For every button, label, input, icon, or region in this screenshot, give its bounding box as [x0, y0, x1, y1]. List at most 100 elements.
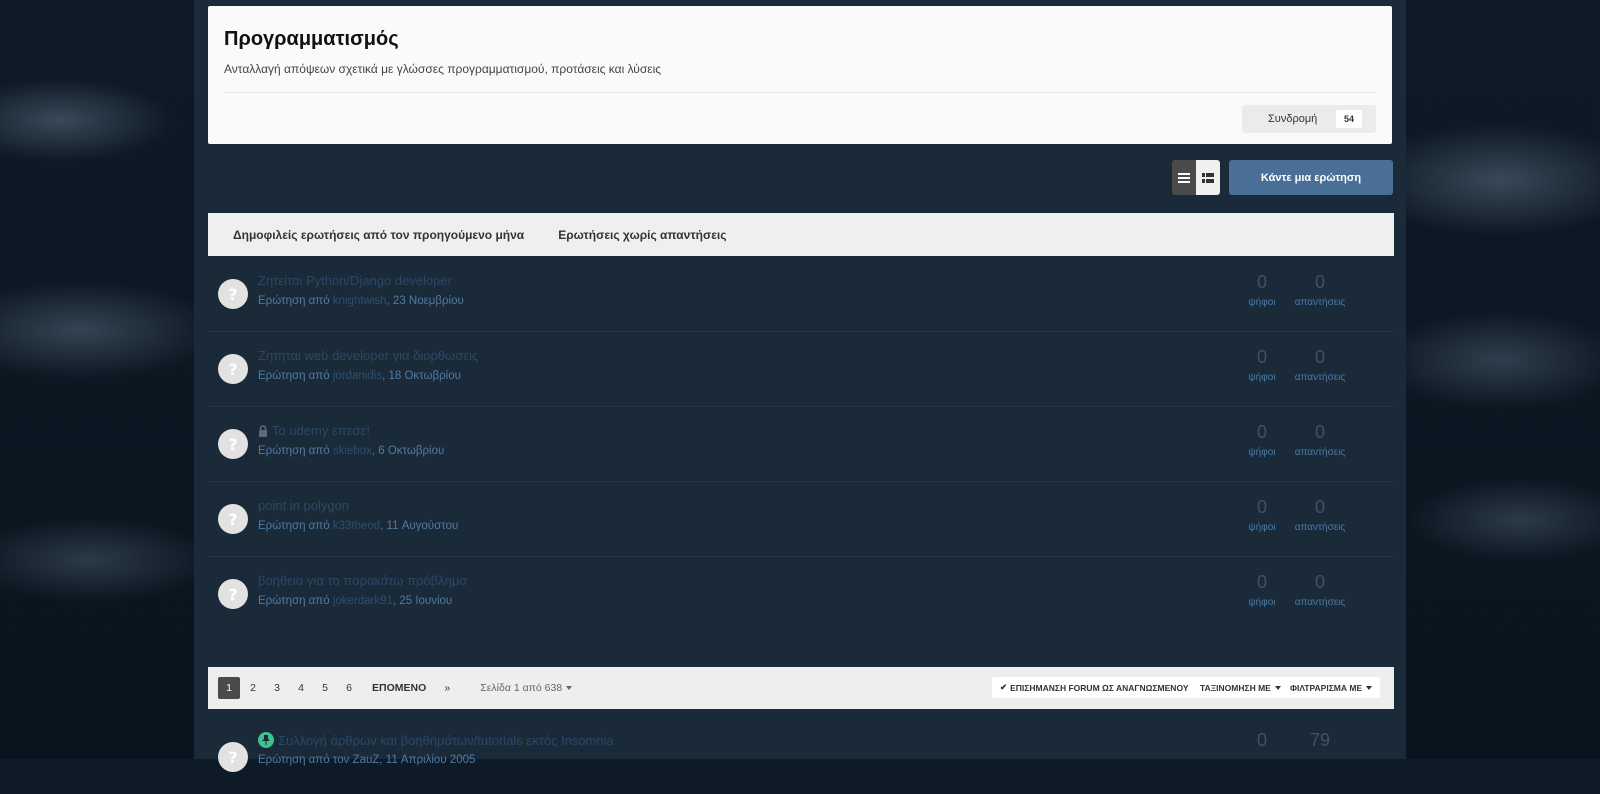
- votes-stat: 0 ψήφοι: [1232, 497, 1292, 533]
- tab-unanswered[interactable]: Ερωτήσεις χωρίς απαντήσεις: [541, 228, 743, 242]
- meta-prefix: Ερώτηση από: [258, 520, 333, 532]
- question-title-text[interactable]: point in polygon: [258, 498, 349, 513]
- question-title-text[interactable]: Ζητείται Python/Django developer: [258, 273, 452, 288]
- list-icon: [1178, 172, 1190, 183]
- votes-stat: 0 ψήφοι: [1232, 422, 1292, 458]
- question-row: ? point in polygon Ερώτηση από k33theod,…: [208, 482, 1394, 557]
- question-date[interactable]: , 25 Ιουνίου: [393, 595, 452, 607]
- question-meta: Ερώτηση από k33theod, 11 Αυγούστου: [258, 520, 458, 532]
- question-meta: Ερώτηση από τον ZauZ, 11 Απριλίου 2005: [258, 754, 476, 766]
- page-title: Προγραμματισμός: [224, 28, 399, 50]
- question-meta: Ερώτηση από jokerdark91, 25 Ιουνίου: [258, 595, 452, 607]
- meta-prefix: Ερώτηση από: [258, 370, 333, 382]
- answers-stat: 79: [1290, 730, 1350, 751]
- page-link-2[interactable]: 2: [242, 677, 264, 699]
- check-icon: ✔: [1000, 682, 1008, 692]
- follower-count-badge: 54: [1336, 110, 1362, 128]
- answers-count: 0: [1314, 497, 1325, 517]
- author-link[interactable]: knightwish: [333, 295, 387, 307]
- page-description: Ανταλλαγή απόψεων σχετικά με γλώσσες προ…: [224, 62, 662, 76]
- question-title[interactable]: Συλλογή άρθρων και βοηθημάτων/tutorials …: [258, 732, 614, 748]
- grid-view-button[interactable]: [1196, 160, 1220, 195]
- votes-stat: 0: [1232, 730, 1292, 751]
- answers-stat: 0 απαντήσεις: [1290, 347, 1350, 383]
- sort-by-dropdown[interactable]: ΤΑΞΙΝΟΜΗΣΗ ΜΕ: [1192, 677, 1289, 698]
- filter-tabs: Δημοφιλείς ερωτήσεις από τον προηγούμενο…: [208, 213, 1394, 256]
- question-date[interactable]: , 18 Οκτωβρίου: [382, 370, 461, 382]
- ask-question-button[interactable]: Κάντε μια ερώτηση: [1229, 160, 1393, 195]
- lock-icon: [259, 424, 267, 437]
- caret-down-icon: [1366, 685, 1373, 690]
- filter-label: ΦΙΛΤΡΑΡΙΣΜΑ ΜΕ: [1290, 682, 1363, 693]
- votes-count: 0: [1256, 272, 1267, 292]
- list-view-button[interactable]: [1172, 160, 1196, 195]
- question-icon: ?: [218, 354, 248, 384]
- page-link-4[interactable]: 4: [290, 677, 312, 699]
- question-icon: ?: [218, 579, 248, 609]
- votes-stat: 0 ψήφοι: [1232, 572, 1292, 608]
- question-date[interactable]: , 6 Οκτωβρίου: [372, 445, 444, 457]
- question-date[interactable]: , 23 Νοεμβρίου: [387, 295, 464, 307]
- question-icon: ?: [218, 504, 248, 534]
- answers-count: 0: [1314, 422, 1325, 442]
- votes-stat: 0 ψήφοι: [1232, 272, 1292, 308]
- page-of-label: Σελίδα 1 από 638: [480, 682, 563, 694]
- question-title-text[interactable]: βοηθεια για το παρακάτω πρόβλημα: [258, 573, 467, 588]
- caret-down-icon: [1274, 685, 1281, 690]
- author-link[interactable]: jokerdark91: [333, 595, 393, 607]
- page-link-6[interactable]: 6: [338, 677, 360, 699]
- answers-stat: 0 απαντήσεις: [1290, 572, 1350, 608]
- tab-popular-last-month[interactable]: Δημοφιλείς ερωτήσεις από τον προηγούμενο…: [216, 228, 541, 242]
- author-link[interactable]: k33theod: [333, 520, 380, 532]
- question-row: ? Ζητηται web developer για διορθωσεις Ε…: [208, 332, 1394, 407]
- answers-stat: 0 απαντήσεις: [1290, 272, 1350, 308]
- question-title-text[interactable]: Το udemy επεσε!: [272, 423, 370, 438]
- answers-label: απαντήσεις: [1294, 447, 1346, 458]
- main-content: Προγραμματισμός Ανταλλαγή απόψεων σχετικ…: [194, 0, 1406, 772]
- meta-prefix: Ερώτηση από: [258, 595, 333, 607]
- votes-label: ψήφοι: [1248, 372, 1276, 383]
- mark-read-label: ΕΠΙΣΗΜΑΝΣΗ FORUM ΩΣ ΑΝΑΓΝΩΣΜΕΝΟΥ: [1010, 682, 1189, 693]
- question-row: ? Ζητείται Python/Django developer Ερώτη…: [208, 257, 1394, 332]
- divider: [224, 92, 1376, 93]
- detailed-list-icon: [1202, 172, 1214, 183]
- votes-count: 0: [1256, 497, 1267, 517]
- answers-count: 79: [1309, 730, 1331, 750]
- votes-count: 0: [1256, 572, 1267, 592]
- answers-count: 0: [1314, 272, 1325, 292]
- answers-stat: 0 απαντήσεις: [1290, 422, 1350, 458]
- answers-label: απαντήσεις: [1294, 297, 1346, 308]
- question-icon: ?: [218, 279, 248, 309]
- answers-count: 0: [1314, 572, 1325, 592]
- question-title-text[interactable]: Ζητηται web developer για διορθωσεις: [258, 348, 478, 363]
- question-meta: Ερώτηση από knightwish, 23 Νοεμβρίου: [258, 295, 464, 307]
- filter-by-dropdown[interactable]: ΦΙΛΤΡΑΡΙΣΜΑ ΜΕ: [1282, 677, 1381, 698]
- votes-label: ψήφοι: [1248, 522, 1276, 533]
- question-title[interactable]: Ζητείται Python/Django developer: [258, 273, 452, 288]
- page-link-1[interactable]: 1: [218, 677, 240, 699]
- page-link-3[interactable]: 3: [266, 677, 288, 699]
- page-link-5[interactable]: 5: [314, 677, 336, 699]
- question-title[interactable]: βοηθεια για το παρακάτω πρόβλημα: [258, 573, 467, 588]
- author-link[interactable]: jordanidis: [333, 370, 382, 382]
- next-page-button[interactable]: ΕΠΟΜΕΝΟ: [366, 677, 432, 699]
- pinned-question-row: ? Συλλογή άρθρων και βοηθημάτων/tutorial…: [208, 720, 1394, 794]
- answers-label: απαντήσεις: [1294, 372, 1346, 383]
- question-icon: ?: [218, 429, 248, 459]
- question-title[interactable]: Το udemy επεσε!: [258, 423, 370, 438]
- votes-count: 0: [1256, 422, 1267, 442]
- last-page-button[interactable]: »: [436, 677, 458, 699]
- question-icon: ?: [218, 742, 248, 772]
- votes-label: ψήφοι: [1248, 447, 1276, 458]
- question-title-text[interactable]: Συλλογή άρθρων και βοηθημάτων/tutorials …: [278, 733, 614, 748]
- question-date[interactable]: , 11 Αυγούστου: [380, 520, 458, 532]
- caret-down-icon: [566, 686, 573, 691]
- follow-label: Συνδρομή: [1268, 113, 1318, 125]
- question-title[interactable]: point in polygon: [258, 498, 349, 513]
- question-title[interactable]: Ζητηται web developer για διορθωσεις: [258, 348, 478, 363]
- mark-forum-read-button[interactable]: ✔ ΕΠΙΣΗΜΑΝΣΗ FORUM ΩΣ ΑΝΑΓΝΩΣΜΕΝΟΥ: [992, 677, 1197, 698]
- author-link[interactable]: skiebox: [333, 445, 372, 457]
- follow-button[interactable]: Συνδρομή 54: [1242, 105, 1376, 133]
- page-jump-dropdown[interactable]: Σελίδα 1 από 638: [480, 682, 573, 694]
- question-row: ? Το udemy επεσε! Ερώτηση από skiebox, 6…: [208, 407, 1394, 482]
